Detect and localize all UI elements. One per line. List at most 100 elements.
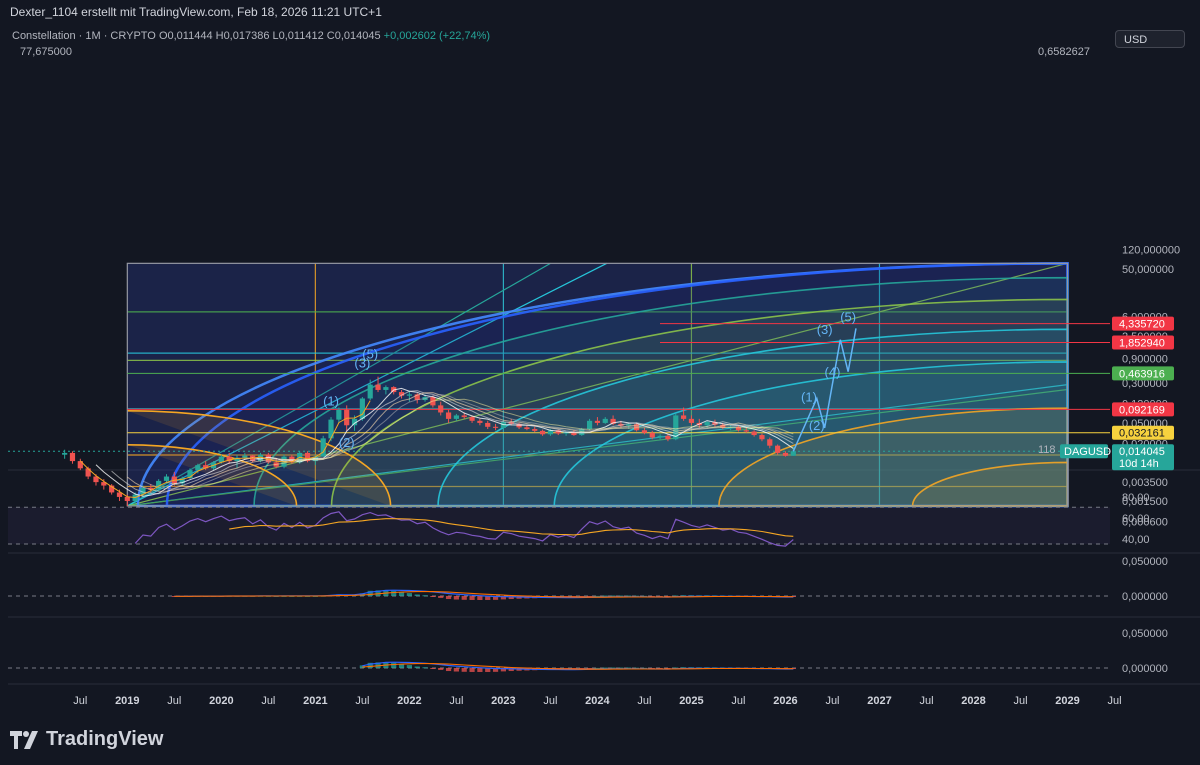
price-tick-label: 0,900000 <box>1122 354 1168 366</box>
wave-label: (3) <box>817 322 833 337</box>
candle-body <box>539 430 546 435</box>
candle-body <box>782 452 789 456</box>
macd-pane-hist-bar <box>461 596 467 600</box>
price-level-tag: 1,852940 <box>1112 335 1174 350</box>
candle-body <box>657 435 663 438</box>
symbol-legend: Constellation · 1M · CRYPTO O0,011444 H0… <box>12 30 490 42</box>
currency-button[interactable]: USD <box>1115 30 1185 48</box>
candle-body <box>69 452 76 462</box>
candle-body <box>453 415 459 419</box>
time-tick-label: 2023 <box>491 695 515 707</box>
candle-body <box>767 439 773 446</box>
candle-body <box>485 422 491 427</box>
macd2-pane-tick-label: 0,050000 <box>1122 628 1168 640</box>
rsi-tick-label: 40,00 <box>1122 534 1150 546</box>
time-tick-label: 2024 <box>585 695 610 707</box>
macd2-pane-hist-bar <box>453 668 459 672</box>
corner-label-left: 77,675000 <box>20 46 72 58</box>
wave-label: (2) <box>339 435 355 450</box>
chart-canvas[interactable]: (1)(2)(3)(5)(1)(2)(3)(4)(5)120,00000050,… <box>0 0 1200 765</box>
gann-box <box>126 262 1069 508</box>
wave-label: (1) <box>801 390 817 405</box>
brand-name: TradingView <box>46 728 164 750</box>
tradingview-logo-icon <box>10 730 38 749</box>
macd2-pane-hist-bar <box>430 668 436 669</box>
symbol-tag: DAGUSD <box>1064 446 1111 458</box>
macd2-pane-hist-bar <box>391 662 397 668</box>
candle-body <box>438 405 444 413</box>
price-tick-label: 50,000000 <box>1122 264 1174 276</box>
wave-label: (2) <box>809 418 825 433</box>
macd-pane-hist-bar <box>406 593 412 596</box>
rsi-tick-label: 60,00 <box>1122 513 1150 525</box>
time-tick-label: 2022 <box>397 695 421 707</box>
candle-body <box>704 422 710 426</box>
time-axis: Jul 2019 Jul 2020 Jul 2021 Jul 2022 Jul 2023 Jul 20… <box>73 695 1121 707</box>
macd-pane-hist-bar <box>477 596 483 601</box>
macd-pane-hist-bar <box>469 596 475 600</box>
candle-body <box>492 426 499 428</box>
time-tick-label: Jul <box>1013 695 1027 707</box>
candle <box>304 451 311 463</box>
time-tick-label: Jul <box>167 695 181 707</box>
candle-body <box>775 445 781 453</box>
ohlc-close: C0,014045 <box>326 30 381 42</box>
price-level-tag-text: 4,335720 <box>1119 319 1165 331</box>
price-level-tag: 0,092169 <box>1112 402 1174 417</box>
macd2-pane-hist-bar <box>422 667 428 669</box>
candle-body <box>242 455 248 458</box>
wave-label: (5) <box>362 347 378 362</box>
time-tick-label: Jul <box>1107 695 1121 707</box>
current-price-value: 0,014045 <box>1119 446 1165 458</box>
macd-pane-tick-label: 0,000000 <box>1122 591 1168 603</box>
time-tick-label: 2019 <box>115 695 139 707</box>
candle-body <box>124 496 130 501</box>
candle-body <box>195 465 201 471</box>
candle-body <box>681 415 687 419</box>
candle-body <box>743 430 749 432</box>
macd2-pane-hist-bar <box>461 668 467 672</box>
candle-body <box>406 394 412 396</box>
candle-body <box>524 427 530 430</box>
macd-pane-hist-bar <box>438 596 444 598</box>
box-bar-count: 118 <box>1038 444 1056 456</box>
candle-body <box>367 384 373 399</box>
candle-body <box>665 435 671 440</box>
macd-pane-hist-bar <box>445 596 452 600</box>
macd-pane-hist-bar <box>391 590 397 596</box>
chart-caption: Dexter_1104 erstellt mit TradingView.com… <box>10 5 382 19</box>
macd2-pane-hist-bar <box>445 668 452 672</box>
time-tick-label: Jul <box>355 695 369 707</box>
candle-body <box>336 409 342 420</box>
price-level-tag-text: 0,032161 <box>1119 428 1165 440</box>
rsi-tick-label: 80,00 <box>1122 492 1150 504</box>
tradingview-logo[interactable]: TradingView <box>10 728 163 751</box>
time-tick-label: Jul <box>261 695 275 707</box>
candle-countdown: 10d 14h <box>1119 458 1159 470</box>
candle-body <box>469 417 475 421</box>
corner-label-right: 0,6582627 <box>1038 46 1090 58</box>
macd-pane-tick-label: 0,050000 <box>1122 556 1168 568</box>
candle-body <box>759 435 765 440</box>
time-tick-label: 2025 <box>679 695 703 707</box>
candle-body <box>320 438 326 457</box>
candle-body <box>790 451 796 456</box>
candle-body <box>461 415 467 418</box>
price-tick-label: 0,003500 <box>1122 477 1168 489</box>
candle <box>101 479 107 490</box>
macd2-pane-tick-label: 0,000000 <box>1122 663 1168 675</box>
macd2-pane-hist-bar <box>438 668 444 670</box>
candle-body <box>163 476 170 481</box>
price-level-tag-text: 1,852940 <box>1119 338 1165 350</box>
macd2-pane: 0,050000 0,000000 <box>8 628 1168 675</box>
time-tick-label: 2026 <box>773 695 797 707</box>
time-tick-label: Jul <box>731 695 745 707</box>
candle-body <box>688 418 695 423</box>
time-tick-label: Jul <box>73 695 87 707</box>
candle-body <box>375 384 381 390</box>
candle-body <box>344 409 350 426</box>
macd-pane-hist-bar <box>414 594 420 596</box>
price-level-tag: 0,463916 <box>1112 366 1174 381</box>
candle-body <box>359 398 365 419</box>
price-tick-label: 120,000000 <box>1122 245 1180 257</box>
